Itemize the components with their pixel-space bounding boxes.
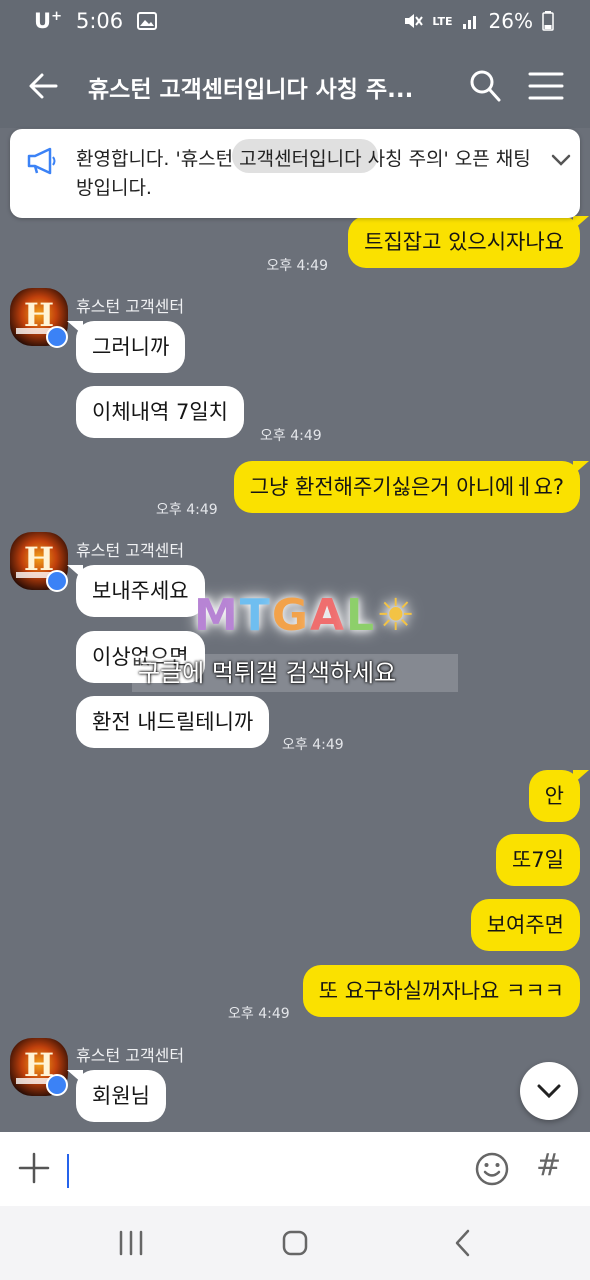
mute-icon <box>405 14 424 28</box>
text-caret <box>67 1154 69 1188</box>
message-time: 오후 4:49 <box>266 258 328 274</box>
watermark-caption: 구글에 먹튀갤 검색하세요 <box>132 654 458 692</box>
message-time: 오후 4:49 <box>156 502 218 518</box>
message-bubble-mine[interactable]: 그냥 환전해주기싫은거 아니에ㅔ요? <box>233 461 590 513</box>
hash-icon[interactable]: # <box>536 1148 561 1183</box>
message-bubble-other[interactable]: 회원님 <box>67 1070 166 1122</box>
message-bubble-mine[interactable]: 또 요구하실꺼자나요 ㅋㅋㅋ <box>302 965 580 1017</box>
chat-header: 휴스턴 고객센터입니다 사칭 주... <box>0 44 590 128</box>
crown-badge-icon <box>46 1074 68 1096</box>
chat-title: 휴스턴 고객센터입니다 사칭 주... <box>88 77 414 103</box>
search-icon[interactable] <box>468 68 502 104</box>
battery-percent: 26% <box>488 9 533 33</box>
system-nav-bar <box>0 1206 590 1280</box>
crown-badge-icon <box>46 326 68 348</box>
chevron-down-icon <box>537 1084 561 1099</box>
notice-banner[interactable]: 환영합니다. '휴스턴 고객센터입니다 사칭 주의' 오픈 채팅방입니다. <box>10 129 580 218</box>
sender-name: 휴스턴 고객센터 <box>76 297 185 316</box>
message-bubble-other[interactable]: 이체내역 7일치 <box>76 386 244 438</box>
message-bubble-other[interactable]: 그러니까 <box>66 321 186 373</box>
recent-apps-icon[interactable] <box>114 1228 148 1258</box>
message-time: 오후 4:49 <box>228 1006 290 1022</box>
emoji-icon[interactable] <box>474 1151 510 1187</box>
message-time: 오후 4:49 <box>260 428 322 444</box>
chevron-down-icon[interactable] <box>550 149 572 171</box>
message-bubble-mine[interactable]: 트집잡고 있으시자나요 <box>348 216 589 268</box>
sender-name: 휴스턴 고객센터 <box>76 541 185 560</box>
sender-name: 휴스턴 고객센터 <box>76 1046 185 1065</box>
home-icon[interactable] <box>278 1228 312 1258</box>
plus-icon[interactable] <box>18 1152 50 1184</box>
message-bubble-other[interactable]: 환전 내드릴테니까 <box>76 696 270 748</box>
notice-text: 환영합니다. '휴스턴 고객센터입니다 사칭 주의' 오픈 채팅방입니다. <box>76 148 531 199</box>
message-input-bar: # <box>0 1132 590 1206</box>
carrier-label: U+ <box>34 9 62 33</box>
gallery-icon <box>137 12 158 30</box>
message-time: 오후 4:49 <box>282 737 344 753</box>
message-bubble-mine[interactable]: 또7일 <box>495 834 580 886</box>
message-input[interactable] <box>74 1150 454 1188</box>
signal-icon <box>462 16 476 29</box>
arrow-left-icon[interactable] <box>26 66 60 106</box>
message-bubble-mine[interactable]: 보여주면 <box>470 899 580 951</box>
watermark: MTGAL☀ 구글에 먹튀갤 검색하세요 <box>132 584 462 694</box>
hamburger-menu-icon[interactable] <box>528 71 564 101</box>
scroll-to-bottom-button[interactable] <box>520 1062 578 1120</box>
megaphone-icon <box>27 147 56 175</box>
network-type: LTE <box>432 14 453 28</box>
clock: 5:06 <box>75 9 124 33</box>
battery-icon <box>542 11 554 31</box>
back-icon[interactable] <box>446 1228 480 1258</box>
status-bar: U+ 5:06 LTE 26% <box>0 0 590 44</box>
watermark-logo: MTGAL☀ <box>194 590 418 641</box>
message-bubble-mine[interactable]: 안 <box>528 770 590 822</box>
crown-badge-icon <box>46 570 68 592</box>
